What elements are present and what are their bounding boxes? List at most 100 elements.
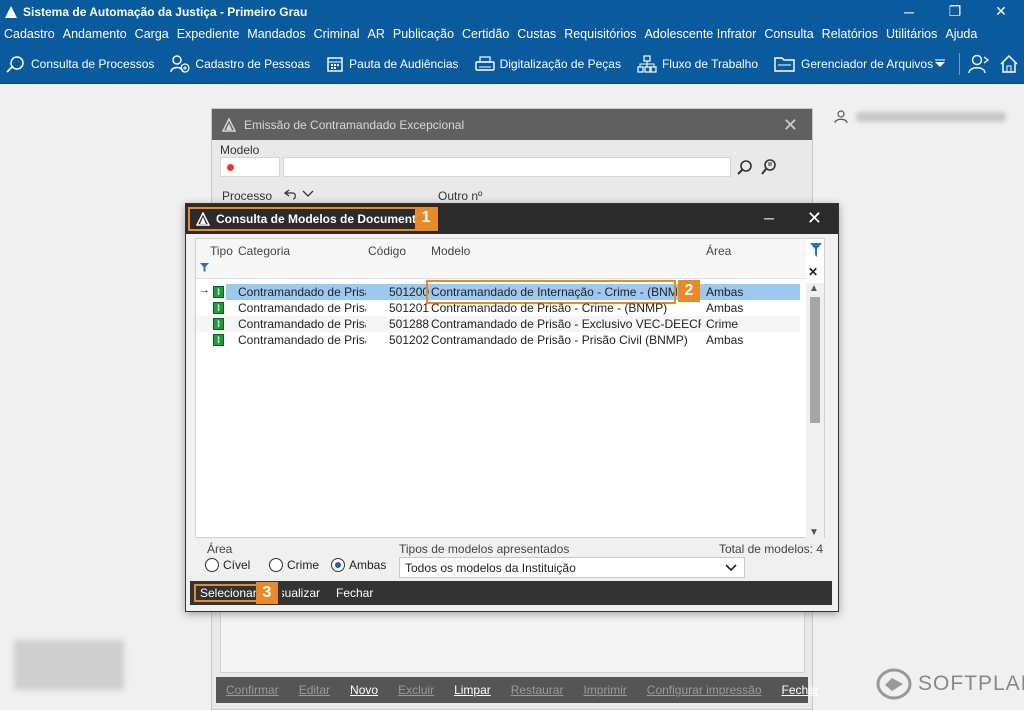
menu-criminal[interactable]: Criminal xyxy=(314,27,364,41)
user-profile-button[interactable] xyxy=(964,49,994,79)
callout-badge-2: 2 xyxy=(678,280,700,302)
minimize-window-button[interactable]: ─ xyxy=(886,0,932,23)
search-icon[interactable] xyxy=(737,159,753,175)
table-row[interactable]: → I Contramandado de Prisão 501200 Contr… xyxy=(196,280,800,304)
softplan-logo-icon xyxy=(876,668,912,700)
file-manager-icon xyxy=(774,56,795,72)
brand-name: SOFTPLAN xyxy=(918,672,1024,695)
menu-mandados[interactable]: Mandados xyxy=(247,27,309,41)
filter-icon[interactable] xyxy=(810,243,822,257)
contramandado-content-panel xyxy=(220,609,805,673)
table-row[interactable]: I Contramandado de Prisão 501202 Contram… xyxy=(196,332,800,348)
radio-civel[interactable]: Cível xyxy=(205,558,250,572)
toolbar-label: Pauta de Audiências xyxy=(349,56,459,71)
visualizar-button[interactable]: Visualizar xyxy=(282,586,320,600)
table-row[interactable]: I Contramandado de Prisão 501288 Contram… xyxy=(196,316,800,332)
document-type-icon: I xyxy=(213,286,224,298)
callout-badge-3: 3 xyxy=(256,582,278,604)
grid-header: Tipo Categoria Código Modelo Área xyxy=(196,239,806,279)
cell-codigo: 501201 xyxy=(389,301,430,315)
chevron-down-icon[interactable] xyxy=(302,190,314,198)
filter-icon[interactable] xyxy=(200,263,209,272)
menu-utilitarios[interactable]: Utilitários xyxy=(886,27,941,41)
column-modelo[interactable]: Modelo xyxy=(431,244,470,258)
novo-button[interactable]: Novo xyxy=(350,683,378,697)
menu-carga[interactable]: Carga xyxy=(135,27,173,41)
editar-button[interactable]: Editar xyxy=(299,683,330,697)
limpar-button[interactable]: Limpar xyxy=(454,683,491,697)
tipos-modelos-value: Todos os modelos da Instituição xyxy=(405,561,576,575)
menu-requisitorios[interactable]: Requisitórios xyxy=(564,27,640,41)
menu-consulta[interactable]: Consulta xyxy=(764,27,817,41)
toolbar-consulta-processos[interactable]: Consulta de Processos xyxy=(6,55,154,73)
menu-ar[interactable]: AR xyxy=(368,27,389,41)
toolbar-fluxo-trabalho[interactable]: Fluxo de Trabalho xyxy=(637,54,759,73)
cell-codigo: 501200 xyxy=(389,285,430,299)
close-icon[interactable]: ✕ xyxy=(783,115,798,136)
modelos-grid: Tipo Categoria Código Modelo Área ✕ → I … xyxy=(195,238,825,538)
grid-scrollbar[interactable]: ▲ ▼ xyxy=(806,283,824,538)
toolbar-digitalizacao-pecas[interactable]: Digitalização de Peças xyxy=(474,55,621,73)
menu-cadastro[interactable]: Cadastro xyxy=(4,27,59,41)
menu-andamento[interactable]: Andamento xyxy=(63,27,131,41)
menu-publicacao[interactable]: Publicação xyxy=(393,27,458,41)
advanced-search-icon[interactable] xyxy=(760,158,778,176)
toolbar-cadastro-pessoas[interactable]: Cadastro de Pessoas xyxy=(170,54,311,73)
close-icon[interactable]: ✕ xyxy=(807,208,822,229)
configurar-impressao-button[interactable]: Configurar impressão xyxy=(647,683,762,697)
cell-modelo: Contramandado de Prisão - Prisão Civil (… xyxy=(431,333,688,347)
toolbar-label: Cadastro de Pessoas xyxy=(195,56,311,71)
confirmar-button[interactable]: Confirmar xyxy=(226,683,279,697)
column-codigo[interactable]: Código xyxy=(368,244,406,258)
tipos-modelos-label: Tipos de modelos apresentados xyxy=(399,542,570,556)
table-row[interactable]: I Contramandado de Prisão 501201 Contram… xyxy=(196,300,800,316)
cell-area: Ambas xyxy=(706,285,744,299)
required-indicator xyxy=(227,164,234,171)
scroll-down-icon[interactable]: ▼ xyxy=(809,527,819,538)
column-tipo[interactable]: Tipo xyxy=(210,244,233,258)
fechar-button[interactable]: Fechar xyxy=(782,683,819,697)
app-logo-icon xyxy=(222,117,236,132)
column-categoria[interactable]: Categoria xyxy=(238,244,290,258)
clear-filter-icon[interactable]: ✕ xyxy=(808,265,818,279)
cell-categoria: Contramandado de Prisão xyxy=(238,285,366,299)
excluir-button[interactable]: Excluir xyxy=(398,683,434,697)
user-name-redacted xyxy=(856,112,1006,122)
restaurar-button[interactable]: Restaurar xyxy=(511,683,564,697)
modelo-description-field[interactable] xyxy=(283,157,731,177)
tipos-modelos-select[interactable]: Todos os modelos da Instituição xyxy=(399,557,745,578)
menu-custas[interactable]: Custas xyxy=(517,27,560,41)
toolbar-gerenciador-arquivos[interactable]: Gerenciador de Arquivos xyxy=(774,55,933,73)
close-window-button[interactable]: ✕ xyxy=(978,0,1024,23)
home-button[interactable] xyxy=(994,49,1024,79)
user-icon xyxy=(834,110,848,124)
toolbar-label: Fluxo de Trabalho xyxy=(661,56,759,71)
total-modelos: Total de modelos: 4 xyxy=(718,542,823,556)
imprimir-button[interactable]: Imprimir xyxy=(583,683,626,697)
toolbar-dropdown-button[interactable] xyxy=(925,49,955,79)
modelo-label: Modelo xyxy=(220,143,260,157)
radio-crime[interactable]: Crime xyxy=(269,558,319,572)
menu-ajuda[interactable]: Ajuda xyxy=(945,27,981,41)
menu-relatorios[interactable]: Relatórios xyxy=(822,27,882,41)
menu-certidao[interactable]: Certidão xyxy=(462,27,513,41)
menu-expediente[interactable]: Expediente xyxy=(177,27,244,41)
minimize-icon[interactable]: ─ xyxy=(764,210,774,226)
restore-window-button[interactable]: ❐ xyxy=(932,0,978,23)
app-logo-icon xyxy=(3,4,19,20)
outro-numero-label: Outro nº xyxy=(438,189,483,203)
scrollbar-thumb[interactable] xyxy=(810,297,820,423)
selecionar-button[interactable]: Selecionar xyxy=(194,584,263,602)
fechar-dialog-button[interactable]: Fechar xyxy=(336,586,373,600)
cell-area: Crime xyxy=(706,317,738,331)
column-area[interactable]: Área xyxy=(706,244,731,258)
undo-icon[interactable] xyxy=(284,188,298,200)
radio-ambas[interactable]: Ambas xyxy=(331,558,386,572)
menu-adolescente-infrator[interactable]: Adolescente Infrator xyxy=(644,27,760,41)
toolbar-label: Consulta de Processos xyxy=(31,56,155,71)
scroll-up-icon[interactable]: ▲ xyxy=(809,283,819,294)
modelo-code-field[interactable] xyxy=(220,157,280,177)
document-type-icon: I xyxy=(213,302,224,314)
toolbar-pauta-audiencias[interactable]: Pauta de Audiências xyxy=(326,55,459,73)
user-icon xyxy=(968,54,989,74)
